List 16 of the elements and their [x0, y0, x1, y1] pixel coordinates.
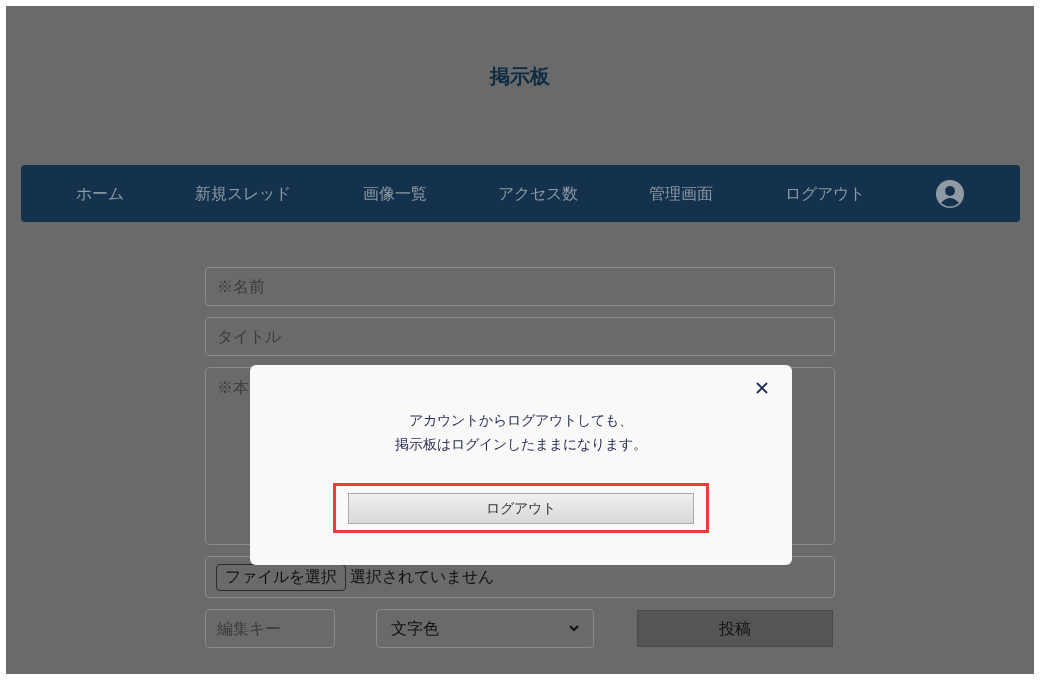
close-button[interactable] [754, 380, 770, 396]
post-button[interactable]: 投稿 [637, 610, 833, 647]
nav-link[interactable]: ホーム [76, 181, 125, 206]
choose-file-button[interactable]: ファイルを選択 [216, 563, 346, 591]
user-avatar-icon[interactable] [935, 179, 964, 208]
page-title: 掲示板 [490, 63, 550, 90]
file-status: 選択されていません [350, 567, 494, 587]
nav-link[interactable]: アクセス数 [498, 181, 578, 206]
logout-button[interactable]: ログアウト [348, 492, 694, 524]
nav-link[interactable]: 画像一覧 [362, 181, 427, 206]
nav-link[interactable]: 管理画面 [649, 181, 714, 206]
dialog-message: アカウントからログアウトしても、 掲示板はログインしたままになります。 [395, 411, 647, 454]
chevron-down-icon [569, 625, 579, 632]
nav-link[interactable]: ログアウト [784, 181, 865, 206]
text-color-select[interactable]: 文字色 [376, 609, 594, 648]
nav-link[interactable]: 新規スレッド [195, 181, 292, 206]
